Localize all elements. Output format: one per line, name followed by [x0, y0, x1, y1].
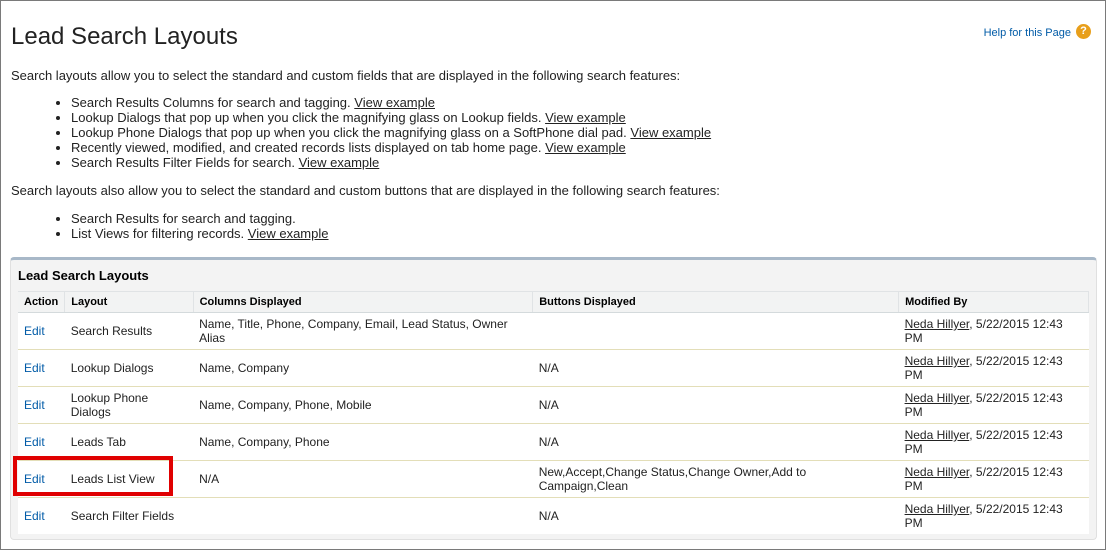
columns-displayed: Name, Company, Phone: [193, 423, 533, 461]
layout-name: Lookup Phone Dialogs: [64, 386, 194, 424]
modified-by: Neda Hillyer, 5/22/2015 12:43 PM: [898, 312, 1089, 350]
view-example-link[interactable]: View example: [545, 110, 626, 125]
table-row: Edit Leads Tab Name, Company, Phone N/A …: [18, 423, 1089, 461]
help-icon[interactable]: ?: [1076, 24, 1091, 39]
list-item: Search Results Filter Fields for search.…: [71, 155, 711, 170]
buttons-displayed: N/A: [532, 349, 899, 387]
columns-displayed: Name, Company: [193, 349, 533, 387]
button-features-list: Search Results for search and tagging. L…: [53, 211, 329, 241]
search-layouts-table: Action Layout Columns Displayed Buttons …: [18, 291, 1089, 534]
search-layouts-panel: Lead Search Layouts Action Layout Column…: [10, 257, 1097, 540]
buttons-displayed: N/A: [532, 423, 899, 461]
buttons-displayed: N/A: [538, 509, 559, 523]
columns-displayed: [193, 498, 533, 535]
edit-link[interactable]: Edit: [24, 361, 45, 375]
modified-by: Neda Hillyer, 5/22/2015 12:43 PM: [898, 460, 1089, 498]
table-row: Edit Leads List View N/A New,Accept,Chan…: [18, 460, 1089, 498]
user-link[interactable]: Neda Hillyer: [905, 428, 970, 442]
modified-by: Neda Hillyer, 5/22/2015 12:43 PM: [898, 386, 1089, 424]
list-item: Lookup Dialogs that pop up when you clic…: [71, 110, 711, 125]
column-header-action: Action: [18, 291, 66, 313]
list-item: List Views for filtering records. View e…: [71, 226, 329, 241]
layout-name: Search Filter Fields: [70, 509, 175, 523]
view-example-link[interactable]: View example: [354, 95, 435, 110]
highlight-box: [13, 456, 173, 496]
modified-by: Neda Hillyer, 5/22/2015 12:43 PM: [898, 423, 1089, 461]
fields-intro-text: Search layouts allow you to select the s…: [11, 68, 681, 83]
column-header-modified-by: Modified By: [898, 291, 1089, 313]
edit-link[interactable]: Edit: [24, 398, 45, 412]
edit-link[interactable]: Edit: [24, 324, 45, 338]
column-header-layout: Layout: [64, 291, 194, 313]
list-item: Recently viewed, modified, and created r…: [71, 140, 711, 155]
layout-name: Lookup Dialogs: [64, 349, 194, 387]
columns-displayed: N/A: [193, 460, 533, 498]
page-title: Lead Search Layouts: [11, 23, 238, 50]
table-header-row: Action Layout Columns Displayed Buttons …: [18, 291, 1089, 313]
table-row: Edit Search Results Name, Title, Phone, …: [18, 312, 1089, 350]
edit-link[interactable]: Edit: [24, 435, 45, 449]
columns-displayed: Name, Title, Phone, Company, Email, Lead…: [193, 312, 533, 350]
page-frame: Lead Search Layouts Help for this Page ?…: [0, 0, 1106, 550]
edit-link[interactable]: Edit: [24, 509, 45, 523]
user-link[interactable]: Neda Hillyer: [905, 391, 970, 405]
buttons-intro-text: Search layouts also allow you to select …: [11, 183, 720, 198]
modified-by: Neda Hillyer, 5/22/2015 12:43 PM: [904, 502, 1063, 530]
view-example-link[interactable]: View example: [299, 155, 380, 170]
table-row: Edit Search Filter Fields N/A Neda Hilly…: [18, 498, 1089, 535]
table-row: Edit Lookup Phone Dialogs Name, Company,…: [18, 386, 1089, 424]
list-item: Search Results for search and tagging.: [71, 211, 329, 226]
panel-title: Lead Search Layouts: [18, 268, 149, 283]
view-example-link[interactable]: View example: [248, 226, 329, 241]
table-row: Edit Lookup Dialogs Name, Company N/A Ne…: [18, 349, 1089, 387]
view-example-link[interactable]: View example: [545, 140, 626, 155]
modified-by: Neda Hillyer, 5/22/2015 12:43 PM: [898, 349, 1089, 387]
user-link[interactable]: Neda Hillyer: [905, 465, 970, 479]
user-link[interactable]: Neda Hillyer: [905, 317, 970, 331]
field-features-list: Search Results Columns for search and ta…: [53, 95, 711, 170]
buttons-displayed: [532, 312, 899, 350]
column-header-buttons-displayed: Buttons Displayed: [532, 291, 900, 313]
view-example-link[interactable]: View example: [630, 125, 711, 140]
layout-name: Leads Tab: [64, 423, 194, 461]
list-item: Search Results Columns for search and ta…: [71, 95, 711, 110]
list-item: Lookup Phone Dialogs that pop up when yo…: [71, 125, 711, 140]
columns-displayed: Name, Company, Phone, Mobile: [193, 386, 533, 424]
buttons-displayed: New,Accept,Change Status,Change Owner,Ad…: [532, 460, 899, 498]
layout-name: Search Results: [64, 312, 194, 350]
column-header-columns-displayed: Columns Displayed: [193, 291, 534, 313]
user-link[interactable]: Neda Hillyer: [905, 354, 970, 368]
buttons-displayed: N/A: [532, 386, 899, 424]
help-link[interactable]: Help for this Page: [984, 27, 1071, 39]
user-link[interactable]: Neda Hillyer: [905, 502, 970, 516]
